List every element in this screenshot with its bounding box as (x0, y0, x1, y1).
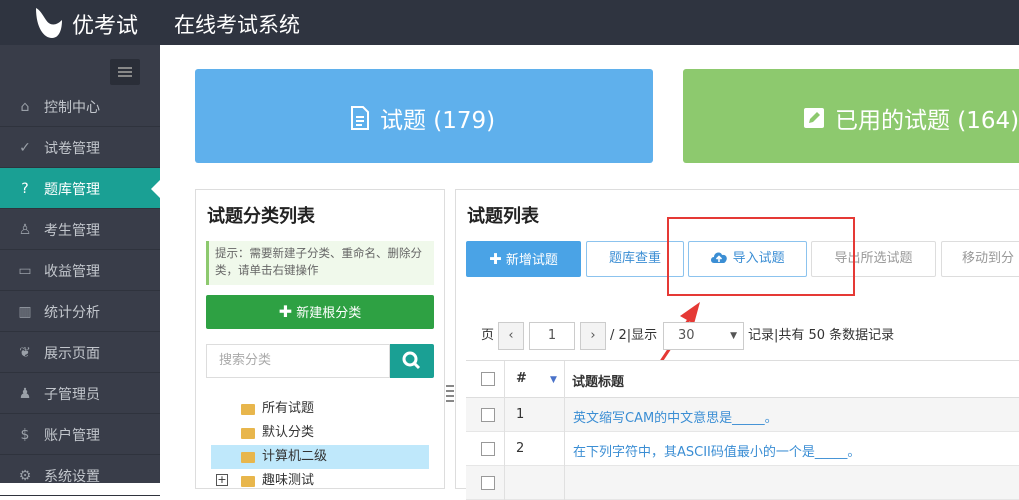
sidebar-item-label: 控制中心 (44, 100, 100, 116)
users-icon: ♟ (18, 386, 32, 402)
dollar-icon: $ (20, 427, 30, 443)
add-question-label: 新增试题 (505, 253, 558, 268)
pager-total-label: / 2|显示 (610, 328, 658, 343)
column-header-title[interactable]: 试题标题 (572, 371, 624, 390)
plus-icon: ✚ (489, 250, 502, 268)
brand-name: 优考试 (72, 14, 139, 39)
table-header: # ▼ 试题标题 (466, 360, 1019, 398)
search-icon (402, 351, 421, 370)
document-icon (351, 106, 369, 130)
sidebar-item-account[interactable]: $ 账户管理 (0, 414, 160, 455)
sidebar-item-label: 题库管理 (44, 182, 100, 198)
table-row[interactable]: 1 英文缩写CAM的中文意思是_____。 (466, 398, 1019, 432)
pager-summary: 记录|共有 50 条数据记录 (748, 328, 895, 343)
top-bar: 优考试 在线考试系统 (0, 0, 1019, 45)
row-checkbox[interactable] (481, 476, 495, 490)
question-title-link[interactable]: 在下列字符中，其ASCII码值最小的一个是_____。 (573, 441, 860, 460)
tree-item-label: 趣味测试 (262, 473, 315, 488)
row-checkbox[interactable] (481, 442, 495, 456)
sidebar-item-label: 展示页面 (44, 346, 100, 362)
plus-icon: ✚ (278, 302, 293, 321)
category-search-input[interactable]: 搜索分类 (206, 344, 390, 378)
gear-icon: ⚙ (18, 468, 32, 484)
chevron-left-icon: ‹ (508, 328, 514, 343)
questions-count-label: 试题 (179) (380, 108, 496, 134)
menu-toggle-button[interactable] (110, 59, 140, 85)
category-tip: 提示：需要新建子分类、重命名、删除分类，请单击右键操作 (206, 241, 434, 285)
question-title-link[interactable]: 英文缩写CAM的中文意思是_____。 (573, 407, 778, 426)
tree-item-all[interactable]: 所有试题 (211, 397, 429, 421)
tree-item-fun-test[interactable]: + 趣味测试 (211, 469, 429, 493)
move-to-category-button[interactable]: 移动到分 (941, 241, 1019, 277)
system-title: 在线考试系统 (174, 13, 300, 37)
sidebar-item-label: 试卷管理 (44, 141, 100, 157)
question-list-title: 试题列表 (467, 206, 539, 227)
tree-item-computer-level2[interactable]: 计算机二级 (211, 445, 429, 469)
row-number: 2 (516, 441, 525, 456)
row-number: 1 (516, 407, 525, 422)
folder-icon (241, 428, 255, 439)
sidebar-item-label: 收益管理 (44, 264, 100, 280)
tree-item-label: 所有试题 (262, 401, 315, 416)
splitter-handle-icon[interactable] (446, 382, 454, 404)
row-checkbox[interactable] (481, 408, 495, 422)
page-size-select[interactable]: 30 ▼ (663, 322, 744, 350)
table-row[interactable] (466, 466, 1019, 500)
sort-down-icon[interactable]: ▼ (550, 375, 557, 385)
pager-page-label: 页 (481, 328, 495, 343)
prev-page-button[interactable]: ‹ (498, 322, 524, 350)
sidebar-item-label: 统计分析 (44, 305, 100, 321)
sidebar-item-label: 系统设置 (44, 469, 100, 485)
chevron-right-icon: › (590, 328, 596, 343)
sidebar-item-candidates[interactable]: ♙ 考生管理 (0, 209, 160, 250)
used-questions-card[interactable]: 已用的试题 (164) (683, 69, 1019, 163)
used-questions-label: 已用的试题 (164) (835, 108, 1019, 134)
card-icon: ▭ (18, 263, 32, 279)
folder-icon (241, 452, 255, 463)
new-root-category-label: 新建根分类 (296, 306, 362, 321)
check-circle-icon: ✓ (19, 140, 31, 156)
tree-item-label: 计算机二级 (262, 449, 328, 464)
sidebar-item-question-bank[interactable]: ? 题库管理 (0, 168, 160, 209)
sidebar: ⌂ 控制中心 ✓ 试卷管理 ? 题库管理 ♙ 考生管理 ▭ 收益管理 ▥ 统计分… (0, 45, 160, 496)
annotation-highlight-box (667, 217, 855, 296)
bar-chart-icon: ▥ (18, 304, 32, 320)
sidebar-item-statistics[interactable]: ▥ 统计分析 (0, 291, 160, 332)
sidebar-item-settings[interactable]: ⚙ 系统设置 (0, 455, 160, 496)
column-header-number[interactable]: # (516, 371, 527, 386)
sidebar-item-label: 子管理员 (44, 387, 100, 403)
user-icon: ♙ (18, 222, 32, 238)
folder-icon (241, 404, 255, 415)
questions-count-card[interactable]: 试题 (179) (195, 69, 653, 163)
add-question-button[interactable]: ✚ 新增试题 (466, 241, 581, 277)
sidebar-item-display-pages[interactable]: ❦ 展示页面 (0, 332, 160, 373)
edit-icon (804, 108, 824, 128)
sidebar-item-label: 账户管理 (44, 428, 100, 444)
sidebar-item-control-center[interactable]: ⌂ 控制中心 (0, 86, 160, 127)
tree-item-label: 默认分类 (262, 425, 315, 440)
page-size-value: 30 (678, 328, 695, 343)
logo-icon (36, 8, 62, 38)
tree-item-default[interactable]: 默认分类 (211, 421, 429, 445)
select-all-checkbox[interactable] (481, 372, 495, 386)
leaf-icon: ❦ (19, 345, 31, 361)
expand-icon[interactable]: + (216, 474, 228, 486)
sidebar-item-label: 考生管理 (44, 223, 100, 239)
sidebar-item-sub-admins[interactable]: ♟ 子管理员 (0, 373, 160, 414)
new-root-category-button[interactable]: ✚ 新建根分类 (206, 295, 434, 329)
next-page-button[interactable]: › (580, 322, 606, 350)
category-panel: 试题分类列表 提示：需要新建子分类、重命名、删除分类，请单击右键操作 ✚ 新建根… (195, 189, 445, 489)
question-circle-icon: ? (21, 181, 29, 197)
table-row[interactable]: 2 在下列字符中，其ASCII码值最小的一个是_____。 (466, 432, 1019, 466)
sidebar-item-revenue[interactable]: ▭ 收益管理 (0, 250, 160, 291)
sidebar-item-exam-papers[interactable]: ✓ 试卷管理 (0, 127, 160, 168)
folder-icon (241, 476, 255, 487)
category-search-button[interactable] (390, 344, 434, 378)
home-icon: ⌂ (20, 99, 30, 115)
caret-down-icon: ▼ (730, 331, 737, 341)
category-panel-title: 试题分类列表 (207, 206, 315, 227)
page-number-input[interactable]: 1 (529, 322, 575, 350)
